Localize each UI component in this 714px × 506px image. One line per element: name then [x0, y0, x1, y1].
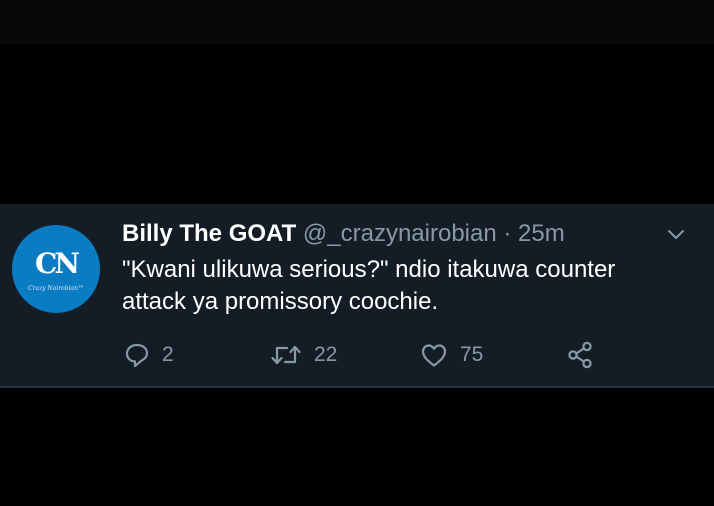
tweet-card[interactable]: CN Crazy Nairobian™ Billy The GOAT @_cra… [0, 204, 714, 388]
reply-count: 2 [162, 343, 174, 366]
avatar-logo-mark: CN [35, 247, 80, 280]
heart-icon [420, 342, 448, 368]
retweet-count: 22 [314, 343, 338, 366]
share-icon [566, 341, 594, 369]
tweet-timestamp[interactable]: 25m [518, 220, 565, 247]
chevron-down-icon[interactable] [665, 228, 687, 242]
avatar-logo-tagline: Crazy Nairobian™ [28, 285, 84, 292]
reply-icon [124, 342, 150, 368]
retweet-button[interactable]: 22 [270, 340, 337, 370]
like-button[interactable]: 75 [420, 340, 483, 370]
avatar[interactable]: CN Crazy Nairobian™ [12, 225, 100, 313]
like-count: 75 [460, 343, 484, 366]
header-separator: · [496, 220, 519, 247]
tweet-text: "Kwani ulikuwa serious?" ndio itakuwa co… [122, 256, 616, 315]
tweet-actions: 2 22 75 [0, 340, 714, 370]
display-name[interactable]: Billy The GOAT [122, 220, 296, 247]
reply-button[interactable]: 2 [124, 340, 174, 370]
retweet-icon [270, 342, 302, 368]
tweet-header: Billy The GOAT @_crazynairobian · 25m [122, 219, 565, 249]
user-handle[interactable]: @_crazynairobian [303, 220, 497, 247]
top-band [0, 0, 714, 44]
share-button[interactable] [566, 340, 594, 370]
